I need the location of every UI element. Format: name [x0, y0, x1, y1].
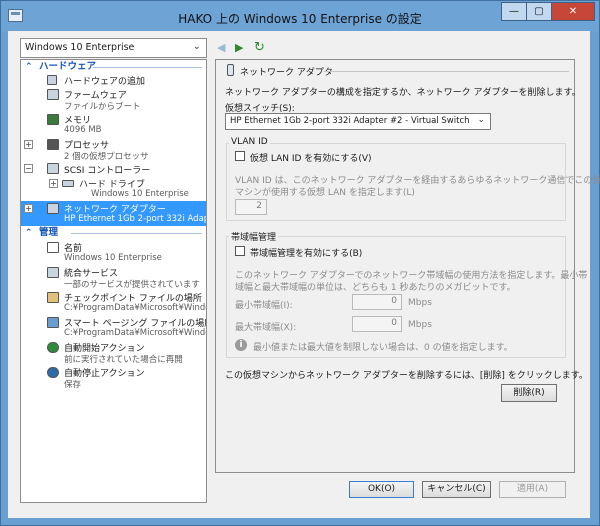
panel-description: ネットワーク アダプターの構成を指定するか、ネットワーク アダプターを削除します…	[225, 88, 581, 98]
tree-item-sub: ファイルからブート	[64, 102, 141, 112]
expand-icon[interactable]: +	[49, 179, 58, 188]
tree-item-scsi-controller[interactable]: − SCSI コントローラー	[21, 162, 206, 176]
tree-item-sub: 前に実行されていた場合に再開	[64, 355, 183, 365]
network-adapter-icon	[47, 203, 59, 214]
collapse-icon: ⌃	[25, 228, 33, 238]
min-bandwidth-unit: Mbps	[408, 298, 432, 308]
ok-button[interactable]: OK(O)	[349, 481, 414, 498]
tree-item-auto-start-action[interactable]: 自動開始アクション 前に実行されていた場合に再開	[21, 340, 206, 365]
cancel-button[interactable]: キャンセル(C)	[422, 481, 491, 498]
collapse-icon[interactable]: −	[24, 164, 33, 173]
title-bar[interactable]: HAKO 上の Windows 10 Enterprise の設定 — ▢ ✕	[1, 1, 599, 32]
collapse-icon: ⌃	[25, 62, 33, 72]
firmware-icon	[47, 89, 59, 100]
vlan-description-line-2: マシンが使用する仮想 LAN を指定します(L)	[235, 188, 415, 198]
management-section-header[interactable]: ⌃ 管理	[21, 226, 206, 240]
hardware-section-header[interactable]: ⌃ ハードウェア	[21, 60, 206, 74]
hard-drive-icon	[62, 180, 74, 187]
tree-item-label: SCSI コントローラー	[64, 166, 151, 176]
settings-tree: ⌃ ハードウェア ハードウェアの追加 ファームウェア ファイルからブート メモリ…	[20, 59, 207, 503]
vlan-id-input[interactable]: 2	[235, 199, 267, 215]
network-adapter-icon	[227, 64, 234, 76]
chevron-down-icon: ⌄	[192, 41, 201, 52]
max-bandwidth-unit: Mbps	[408, 320, 432, 330]
scsi-controller-icon	[47, 163, 59, 174]
tree-item-auto-stop-action[interactable]: 自動停止アクション 保存	[21, 365, 206, 390]
tree-item-firmware[interactable]: ファームウェア ファイルからブート	[21, 87, 206, 112]
tree-item-sub: HP Ethernet 1Gb 2-port 332i Adap...	[64, 214, 207, 224]
vlan-enable-label: 仮想 LAN ID を有効にする(V)	[250, 154, 372, 164]
tree-item-sub: 4096 MB	[64, 125, 102, 135]
paging-file-icon	[47, 317, 59, 328]
integration-services-icon	[47, 267, 59, 278]
expand-icon[interactable]: +	[24, 204, 33, 213]
tree-item-sub: Windows 10 Enterprise	[64, 253, 162, 263]
add-hardware-icon	[47, 75, 57, 85]
tree-item-sub: Windows 10 Enterprise	[91, 189, 189, 199]
chevron-down-icon: ⌄	[477, 115, 485, 125]
tree-item-network-adapter[interactable]: + ネットワーク アダプター HP Ethernet 1Gb 2-port 33…	[21, 201, 206, 226]
tree-item-add-hardware[interactable]: ハードウェアの追加	[21, 74, 206, 87]
divider	[71, 233, 202, 234]
back-icon[interactable]: ◀	[217, 41, 225, 54]
minimize-button[interactable]: —	[501, 2, 527, 21]
auto-stop-icon	[47, 367, 59, 378]
auto-start-icon	[47, 342, 59, 353]
info-icon: i	[235, 339, 247, 351]
hardware-header-label: ハードウェア	[39, 61, 97, 72]
tree-item-checkpoint-location[interactable]: チェックポイント ファイルの場所 C:¥ProgramData¥Microsof…	[21, 290, 206, 315]
refresh-icon[interactable]: ↻	[254, 40, 265, 55]
tree-item-sub: 一部のサービスが提供されています	[64, 280, 200, 290]
max-bandwidth-input[interactable]: 0	[352, 316, 402, 332]
tree-item-sub: C:¥ProgramData¥Microsoft¥Windo...	[64, 303, 207, 313]
remove-instructions: この仮想マシンからネットワーク アダプターを削除するには、[削除] をクリックし…	[225, 371, 588, 381]
vm-selector-value: Windows 10 Enterprise	[25, 42, 135, 53]
expand-icon[interactable]: +	[24, 140, 33, 149]
bandwidth-note: 最小値または最大値を制限しない場合は、0 の値を指定します。	[253, 343, 513, 353]
min-bandwidth-input[interactable]: 0	[352, 294, 402, 310]
maximize-button[interactable]: ▢	[526, 2, 552, 21]
apply-button[interactable]: 適用(A)	[499, 481, 566, 498]
vlan-group-title: VLAN ID	[229, 137, 270, 147]
bandwidth-group-title: 帯域幅管理	[229, 230, 279, 243]
tree-item-processor[interactable]: + プロセッサ 2 個の仮想プロセッサ	[21, 137, 206, 162]
tree-item-sub: 保存	[64, 380, 82, 390]
tree-item-smart-paging-location[interactable]: スマート ページング ファイルの場所 C:¥ProgramData¥Micros…	[21, 315, 206, 340]
vm-selector[interactable]: Windows 10 Enterprise ⌄	[20, 38, 207, 58]
memory-icon	[47, 114, 59, 125]
close-button[interactable]: ✕	[551, 2, 595, 21]
bandwidth-enable-checkbox[interactable]	[235, 246, 245, 256]
min-bandwidth-label: 最小帯域幅(I):	[235, 301, 293, 311]
divider	[324, 71, 569, 72]
tree-item-hard-drive[interactable]: + ハード ドライブ Windows 10 Enterprise	[21, 176, 206, 201]
virtual-switch-value: HP Ethernet 1Gb 2-port 332i Adapter #2 -…	[230, 116, 470, 126]
forward-icon[interactable]: ▶	[235, 41, 243, 54]
bandwidth-enable-label: 帯域幅管理を有効にする(B)	[250, 249, 363, 259]
folder-icon	[47, 292, 59, 303]
divider	[93, 67, 202, 68]
tree-item-integration-services[interactable]: 統合サービス 一部のサービスが提供されています	[21, 265, 206, 290]
tree-item-sub: 2 個の仮想プロセッサ	[64, 152, 149, 162]
vlan-enable-checkbox[interactable]	[235, 151, 245, 161]
max-bandwidth-label: 最大帯域幅(X):	[235, 323, 297, 333]
bandwidth-description-line-2: 域幅と最大帯域幅の単位は、どちらも 1 秒あたりのメガビットです。	[235, 283, 516, 293]
tree-item-sub: C:¥ProgramData¥Microsoft¥Windo...	[64, 328, 207, 338]
processor-icon	[47, 139, 59, 150]
remove-button[interactable]: 削除(R)	[501, 384, 557, 402]
tree-item-memory[interactable]: メモリ 4096 MB	[21, 112, 206, 137]
tree-item-name[interactable]: 名前 Windows 10 Enterprise	[21, 240, 206, 265]
name-icon	[47, 242, 59, 253]
virtual-switch-select[interactable]: HP Ethernet 1Gb 2-port 332i Adapter #2 -…	[225, 113, 491, 130]
tree-item-label: ハードウェアの追加	[64, 77, 146, 87]
management-header-label: 管理	[39, 227, 59, 238]
